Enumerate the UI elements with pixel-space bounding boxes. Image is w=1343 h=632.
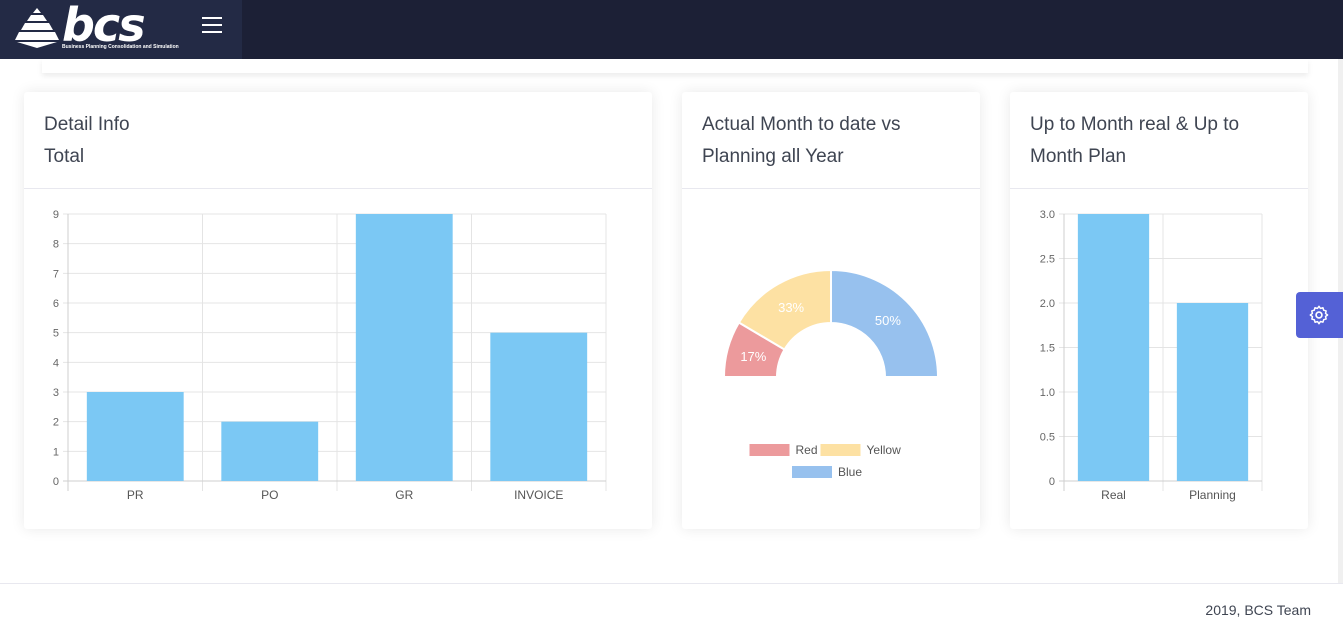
bar: [1176, 303, 1249, 481]
detail-bar-chart: 0 1 2 3 4 5 6 7 8 9 PR PO GR INVOICE: [53, 209, 607, 502]
legend-label: Red: [796, 443, 818, 457]
legend-swatch: [749, 444, 790, 456]
bar: [221, 421, 319, 481]
pyramid-logo-icon: [15, 8, 59, 48]
y-tick-label: 0.5: [1040, 432, 1055, 444]
page-footer: 2019, BCS Team: [0, 583, 1343, 632]
legend-swatch: [820, 444, 861, 456]
x-tick-label: INVOICE: [514, 488, 563, 502]
y-tick-label: 8: [53, 239, 59, 251]
y-tick-label: 1.5: [1040, 343, 1055, 355]
gear-icon: [1309, 305, 1329, 325]
x-tick-label: Planning: [1189, 488, 1236, 502]
y-tick-label: 2: [53, 417, 59, 429]
bar: [1077, 214, 1150, 481]
x-tick-label: Real: [1101, 488, 1126, 502]
y-tick-label: 9: [53, 209, 59, 221]
top-navbar: bcs Business Planning Consolidation and …: [0, 0, 1343, 59]
y-tick-label: 3: [53, 387, 59, 399]
y-tick-label: 7: [53, 268, 59, 280]
legend-label: Blue: [838, 465, 862, 479]
y-tick-label: 2.5: [1040, 254, 1055, 266]
x-tick-label: PR: [127, 488, 144, 502]
bar: [355, 214, 453, 481]
settings-button[interactable]: [1296, 292, 1343, 338]
slice-value-label: 33%: [778, 300, 804, 315]
bar: [86, 392, 184, 481]
page-subheader-bar: [42, 59, 1308, 73]
y-tick-label: 6: [53, 298, 59, 310]
brand-name: bcs: [62, 0, 146, 52]
actual-vs-planning-card: Actual Month to date vs Planning all Yea…: [682, 92, 980, 529]
half-doughnut-chart: 17% 33% 50% Red Yellow Blue: [722, 268, 940, 479]
menu-toggle-button[interactable]: [202, 17, 224, 37]
y-tick-label: 5: [53, 328, 59, 340]
footer-credit: 2019, BCS Team: [1205, 602, 1311, 618]
y-tick-label: 0: [1049, 476, 1055, 488]
y-tick-label: 1.0: [1040, 387, 1055, 399]
x-tick-label: GR: [395, 488, 413, 502]
detail-info-card: Detail Info Total 0 1 2 3 4 5 6 7 8 9 PR PO GR INVOIC…: [24, 92, 652, 529]
x-tick-label: PO: [261, 488, 278, 502]
y-tick-label: 4: [53, 357, 59, 369]
y-tick-label: 0: [53, 476, 59, 488]
legend-swatch: [792, 466, 832, 478]
bar: [490, 332, 588, 481]
real-planning-bar-chart: 0 0.5 1.0 1.5 2.0 2.5 3.0 Real Planning: [1040, 209, 1263, 502]
legend-label: Yellow: [867, 443, 902, 457]
y-tick-label: 2.0: [1040, 298, 1055, 310]
slice-value-label: 17%: [740, 349, 766, 364]
brand-tagline: Business Planning Consolidation and Simu…: [62, 44, 179, 50]
y-tick-label: 3.0: [1040, 209, 1055, 221]
y-tick-label: 1: [53, 446, 59, 458]
slice-value-label: 50%: [875, 313, 901, 328]
hamburger-icon: [202, 17, 224, 33]
real-vs-plan-card: Up to Month real & Up to Month Plan 0 0.5…: [1010, 92, 1308, 529]
